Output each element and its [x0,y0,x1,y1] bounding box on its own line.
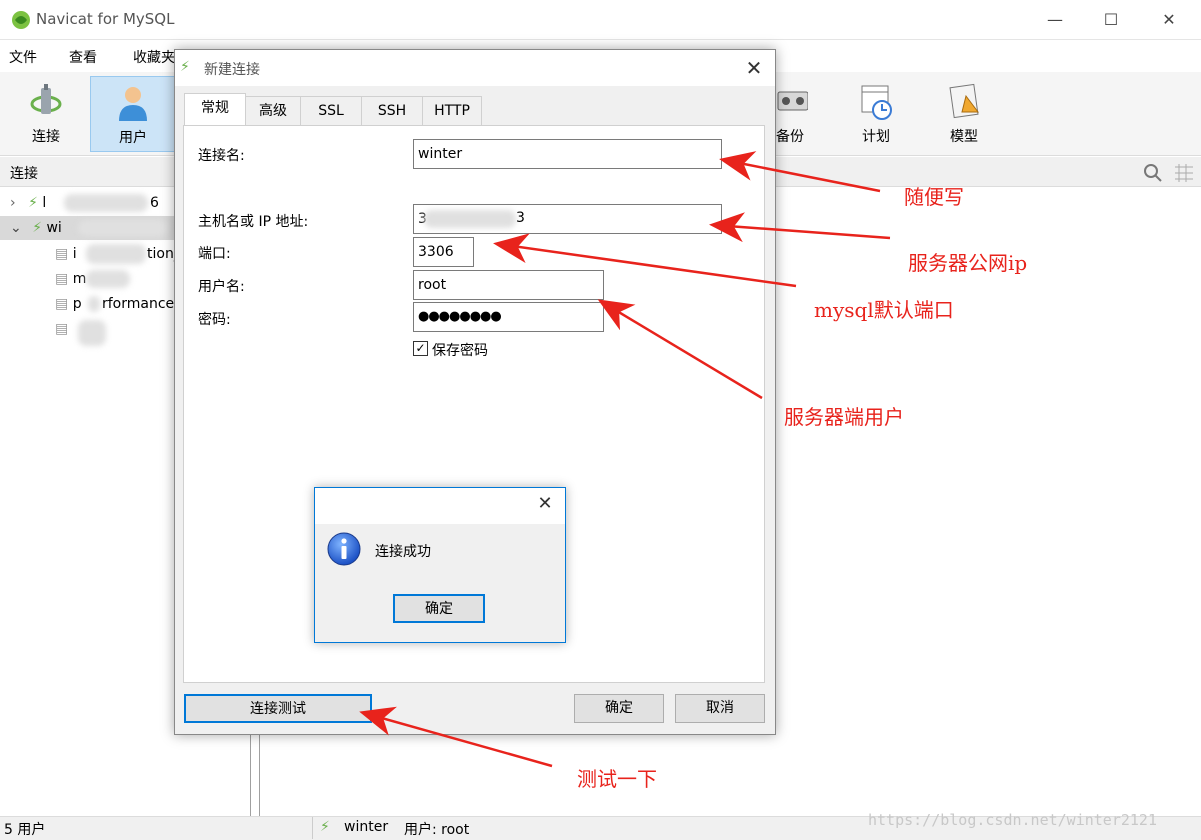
message-ok-button[interactable]: 确定 [393,594,485,623]
close-button[interactable]: ✕ [1154,8,1184,32]
dialog-close-button[interactable]: ✕ [740,54,768,82]
minimize-button[interactable]: — [1040,8,1070,32]
tool-user-button[interactable]: 用户 [90,76,176,152]
redacted-text [88,296,100,312]
tab-ssh[interactable]: SSH [361,96,423,125]
username-field[interactable]: root [413,270,604,300]
tool-schedule-label: 计划 [840,126,912,146]
tree-database-row[interactable]: ▤ m [55,267,86,291]
tool-user-label: 用户 [91,127,175,147]
redacted-host [424,210,516,228]
annotation-user: 服务器端用户 [784,401,904,430]
message-close-button[interactable]: ✕ [532,491,558,517]
annotation-connection-name: 随便写 [904,181,964,210]
tree-connection-row[interactable]: › ⚡ l [10,191,46,215]
tree-database-label: p [73,296,82,312]
watermark: https://blog.csdn.net/winter2121 [868,811,1157,829]
model-diagram-icon [946,82,982,122]
host-value-end: 3 [516,210,525,226]
calendar-clock-icon [858,82,894,122]
user-icon [115,83,151,123]
tool-model-button[interactable]: 模型 [928,76,1000,152]
backup-tape-icon [772,82,808,122]
status-user-count: 5 用户 [4,819,45,839]
connections-header-label: 连接 [10,163,38,183]
tree-database-row[interactable]: ▤ i [55,242,77,266]
annotation-host: 服务器公网ip [908,247,1027,276]
grid-view-icon[interactable] [1173,163,1195,183]
annotation-test: 测试一下 [577,763,657,792]
tree-database-row[interactable]: ▤ p [55,292,82,316]
maximize-button[interactable]: ☐ [1096,8,1126,32]
username-label: 用户名: [198,276,245,296]
save-password-checkbox[interactable]: ✓ [413,341,428,356]
database-icon: ▤ [55,321,68,337]
status-divider [312,817,313,839]
search-icon[interactable] [1143,163,1163,183]
connection-plug-icon [28,82,64,122]
port-label: 端口: [198,243,231,263]
connection-icon: ⚡ [180,59,190,75]
tool-connect-label: 连接 [10,126,82,146]
app-title: Navicat for MySQL [36,10,174,28]
tab-general[interactable]: 常规 [184,93,246,126]
tool-connect-button[interactable]: 连接 [10,76,82,152]
annotation-port: mysql默认端口 [814,294,954,323]
tab-advanced[interactable]: 高级 [245,96,301,125]
database-icon: ▤ [55,296,68,312]
status-user: 用户: root [404,819,469,839]
tree-database-row[interactable]: ▤ [55,317,68,341]
connection-icon: ⚡ [32,220,42,236]
save-password-label: 保存密码 [432,340,488,360]
message-box-title-bar [315,488,565,524]
tree-connection-suffix: 6 [150,191,159,215]
connection-icon: ⚡ [320,819,330,835]
password-label: 密码: [198,309,231,329]
dialog-title-bar [175,50,775,86]
navicat-logo-icon [10,9,32,31]
tree-database-suffix: rformance [102,292,174,316]
tree-database-label: m [73,271,87,287]
connection-name-field[interactable]: winter [413,139,722,169]
test-connection-button[interactable]: 连接测试 [184,694,372,723]
port-field[interactable]: 3306 [413,237,474,267]
tool-model-label: 模型 [928,126,1000,146]
database-icon: ▤ [55,271,68,287]
tree-connection-label: wi [46,220,61,236]
redacted-text [64,194,148,212]
redacted-text [86,244,146,264]
connection-icon: ⚡ [28,195,38,211]
menu-view[interactable]: 查看 [69,47,97,67]
database-icon: ▤ [55,246,68,262]
redacted-text [86,270,130,288]
redacted-text [78,320,106,346]
host-label: 主机名或 IP 地址: [198,211,308,231]
tab-ssl[interactable]: SSL [300,96,362,125]
dialog-title: 新建连接 [204,59,260,79]
chevron-down-icon[interactable]: ⌄ [10,220,22,236]
connection-name-label: 连接名: [198,145,245,165]
tree-connection-row-selected[interactable]: ⌄ ⚡ wi [10,216,62,240]
info-icon [326,531,362,567]
message-text: 连接成功 [375,541,431,561]
chevron-right-icon[interactable]: › [10,195,16,211]
menu-file[interactable]: 文件 [9,47,37,67]
status-connection: winter [344,819,388,835]
tool-schedule-button[interactable]: 计划 [840,76,912,152]
password-field[interactable]: ●●●●●●●● [413,302,604,332]
redacted-text [78,220,168,236]
menu-favorites[interactable]: 收藏夹 [133,47,175,67]
dialog-cancel-button[interactable]: 取消 [675,694,765,723]
dialog-ok-button[interactable]: 确定 [574,694,664,723]
tree-connection-label: l [42,195,46,211]
title-bar [0,0,1201,40]
tree-database-label: i [73,246,77,262]
tab-http[interactable]: HTTP [422,96,482,125]
